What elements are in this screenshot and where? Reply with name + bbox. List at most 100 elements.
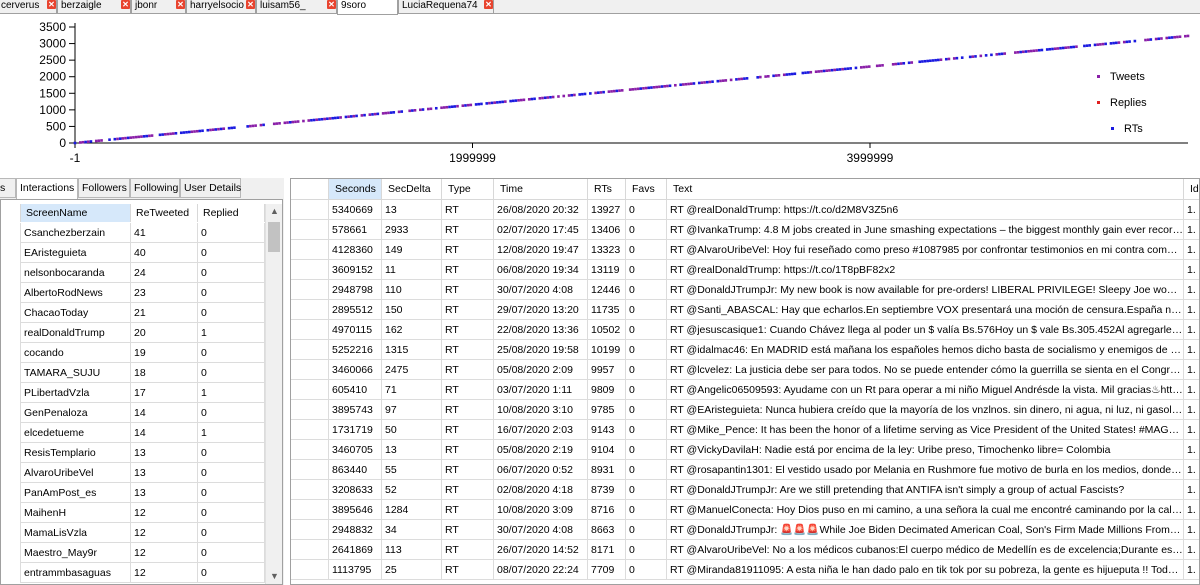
cell-seconds[interactable]: 3208633 (329, 480, 382, 500)
close-icon[interactable]: ✕ (484, 0, 493, 9)
row-header[interactable] (1, 303, 21, 323)
cell-screenname[interactable]: EAristeguieta (21, 243, 131, 263)
cell-type[interactable]: RT (442, 460, 494, 480)
row-header[interactable] (1, 543, 21, 563)
row-header[interactable] (291, 480, 329, 500)
table-row[interactable]: ChacaoToday 21 0 (1, 303, 265, 323)
table-row[interactable]: 1113795 25 RT 08/07/2020 22:24 7709 0 RT @Mira… (291, 560, 1199, 580)
cell-text[interactable]: RT @lcvelez: La justicia debe ser para t… (667, 360, 1184, 380)
row-header[interactable] (291, 300, 329, 320)
cell-time[interactable]: 26/08/2020 20:32 (494, 200, 588, 220)
cell-rts[interactable]: 9809 (588, 380, 626, 400)
cell-text[interactable]: RT @jesuscasique1: Cuando Chávez llega a… (667, 320, 1184, 340)
cell-text[interactable]: RT @Angelic06509593: Ayudame con un Rt p… (667, 380, 1184, 400)
cell-retweeted[interactable]: 12 (131, 563, 198, 583)
cell-favs[interactable]: 0 (626, 520, 667, 540)
cell-text[interactable]: RT @idalmac46: En MADRID está mañana los… (667, 340, 1184, 360)
cell-rts[interactable]: 10199 (588, 340, 626, 360)
cell-text[interactable]: RT @DonaldJTrumpJr: 🚨🚨🚨While Joe Biden D… (667, 520, 1184, 540)
cell-seconds[interactable]: 2641869 (329, 540, 382, 560)
cell-secdelta[interactable]: 34 (382, 520, 442, 540)
table-row[interactable]: 5252216 1315 RT 25/08/2020 19:58 10199 0 RT @i… (291, 340, 1199, 360)
cell-seconds[interactable]: 605410 (329, 380, 382, 400)
cell-rts[interactable]: 13323 (588, 240, 626, 260)
cell-text[interactable]: RT @ManuelConecta: Hoy Dios puso en mi c… (667, 500, 1184, 520)
cell-retweeted[interactable]: 14 (131, 423, 198, 443)
cell-replied[interactable]: 0 (198, 563, 265, 583)
cell-secdelta[interactable]: 110 (382, 280, 442, 300)
cell-id[interactable]: 1. (1184, 220, 1199, 240)
cell-replied[interactable]: 0 (198, 343, 265, 363)
cell-type[interactable]: RT (442, 320, 494, 340)
cell-id[interactable]: 1. (1184, 460, 1199, 480)
user-tab-5[interactable]: 9soro (337, 0, 398, 15)
cell-screenname[interactable]: Csanchezberzain (21, 223, 131, 243)
cell-screenname[interactable]: entrammbasaguas (21, 563, 131, 583)
cell-time[interactable]: 05/08/2020 2:19 (494, 440, 588, 460)
cell-id[interactable]: 1. (1184, 200, 1199, 220)
scroll-up-icon[interactable]: ▲ (269, 206, 280, 216)
table-row[interactable]: 2895512 150 RT 29/07/2020 13:20 11735 0 RT @Sa… (291, 300, 1199, 320)
cell-replied[interactable]: 0 (198, 263, 265, 283)
cell-retweeted[interactable]: 40 (131, 243, 198, 263)
table-row[interactable]: 2948832 34 RT 30/07/2020 4:08 8663 0 RT @Donal… (291, 520, 1199, 540)
tab-following[interactable]: Following (130, 178, 180, 198)
table-row[interactable]: AlvaroUribeVel 13 0 (1, 463, 265, 483)
cell-favs[interactable]: 0 (626, 360, 667, 380)
cell-retweeted[interactable]: 12 (131, 523, 198, 543)
table-row[interactable]: 3895646 1284 RT 10/08/2020 3:09 8716 0 RT @Man… (291, 500, 1199, 520)
cell-retweeted[interactable]: 14 (131, 403, 198, 423)
cell-id[interactable]: 1. (1184, 500, 1199, 520)
cell-seconds[interactable]: 2948832 (329, 520, 382, 540)
row-header[interactable] (291, 220, 329, 240)
cell-id[interactable]: 1. (1184, 340, 1199, 360)
cell-id[interactable]: 1. (1184, 520, 1199, 540)
cell-retweeted[interactable]: 24 (131, 263, 198, 283)
cell-type[interactable]: RT (442, 260, 494, 280)
cell-text[interactable]: RT @DonaldJTrumpJr: My new book is now a… (667, 280, 1184, 300)
cell-text[interactable]: RT @Mike_Pence: It has been the honor of… (667, 420, 1184, 440)
cell-id[interactable]: 1. (1184, 280, 1199, 300)
tab-user-details[interactable]: User Details (180, 178, 241, 198)
row-header[interactable] (291, 260, 329, 280)
row-header[interactable] (1, 503, 21, 523)
cell-text[interactable]: RT @realDonaldTrump: https://t.co/d2M8V3… (667, 200, 1184, 220)
cell-time[interactable]: 12/08/2020 19:47 (494, 240, 588, 260)
table-row[interactable]: 2641869 113 RT 26/07/2020 14:52 8171 0 RT @Alv… (291, 540, 1199, 560)
cell-retweeted[interactable]: 13 (131, 443, 198, 463)
cell-favs[interactable]: 0 (626, 380, 667, 400)
cell-seconds[interactable]: 5252216 (329, 340, 382, 360)
table-row[interactable]: realDonaldTrump 20 1 (1, 323, 265, 343)
cell-screenname[interactable]: AlvaroUribeVel (21, 463, 131, 483)
cell-screenname[interactable]: ChacaoToday (21, 303, 131, 323)
column-header-favs[interactable]: Favs (626, 179, 667, 200)
cell-favs[interactable]: 0 (626, 540, 667, 560)
cell-time[interactable]: 30/07/2020 4:08 (494, 520, 588, 540)
user-tab-2[interactable]: jbonr ✕ (131, 0, 186, 14)
cell-favs[interactable]: 0 (626, 400, 667, 420)
cell-replied[interactable]: 0 (198, 443, 265, 463)
cell-text[interactable]: RT @EAristeguieta: Nunca hubiera creído … (667, 400, 1184, 420)
table-row[interactable]: entrammbasaguas 12 0 (1, 563, 265, 583)
cell-screenname[interactable]: realDonaldTrump (21, 323, 131, 343)
cell-text[interactable]: RT @rosapantin1301: El vestido usado por… (667, 460, 1184, 480)
cell-replied[interactable]: 1 (198, 383, 265, 403)
close-icon[interactable]: ✕ (327, 0, 336, 9)
cell-seconds[interactable]: 3460066 (329, 360, 382, 380)
table-row[interactable]: 1731719 50 RT 16/07/2020 2:03 9143 0 RT @Mike_… (291, 420, 1199, 440)
cell-retweeted[interactable]: 21 (131, 303, 198, 323)
row-header[interactable] (1, 263, 21, 283)
table-row[interactable]: 4970115 162 RT 22/08/2020 13:36 10502 0 RT @je… (291, 320, 1199, 340)
row-header[interactable] (291, 280, 329, 300)
cell-type[interactable]: RT (442, 240, 494, 260)
column-header-replied[interactable]: Replied (198, 204, 265, 222)
row-header[interactable] (291, 540, 329, 560)
cell-favs[interactable]: 0 (626, 200, 667, 220)
row-header[interactable] (291, 560, 329, 580)
user-tab-0[interactable]: cerverus ✕ (0, 0, 57, 14)
cell-screenname[interactable]: AlbertoRodNews (21, 283, 131, 303)
cell-rts[interactable]: 9104 (588, 440, 626, 460)
cell-retweeted[interactable]: 17 (131, 383, 198, 403)
close-icon[interactable]: ✕ (176, 0, 185, 9)
cell-secdelta[interactable]: 25 (382, 560, 442, 580)
